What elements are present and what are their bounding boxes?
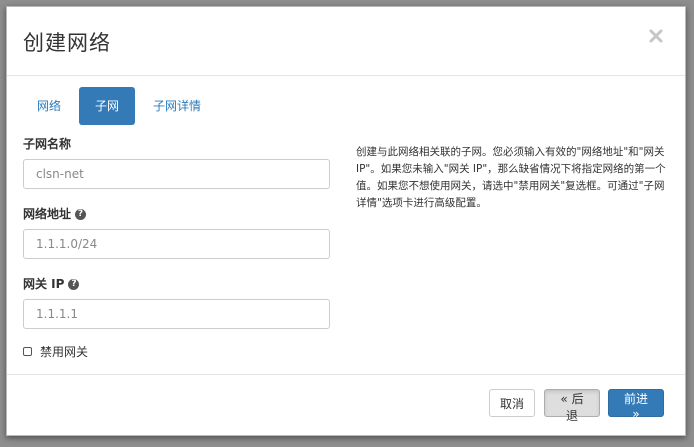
cancel-button[interactable]: 取消: [489, 389, 535, 417]
back-button[interactable]: « 后退: [544, 389, 600, 423]
dialog-title: 创建网络: [23, 31, 111, 55]
network-address-label: 网络地址 ?: [23, 205, 330, 223]
network-address-field: 网络地址 ?: [23, 205, 330, 259]
tab-subnet[interactable]: 子网: [79, 87, 136, 125]
tab-subnet-details[interactable]: 子网详情: [139, 87, 215, 125]
tab-bar: 网络 子网 子网详情: [23, 87, 215, 125]
disable-gateway-checkbox[interactable]: [23, 347, 32, 356]
gateway-ip-input[interactable]: [23, 299, 330, 329]
gateway-ip-label-text: 网关 IP: [23, 277, 65, 291]
subnet-name-field: 子网名称: [23, 135, 330, 189]
subnet-form: 子网名称 网络地址 ? 网关 IP ? 禁用网关: [23, 135, 330, 360]
tab-network[interactable]: 网络: [23, 87, 75, 125]
disable-gateway-row: 禁用网关: [23, 343, 330, 360]
close-button[interactable]: [647, 27, 665, 45]
dialog-footer: 取消 « 后退 前进 »: [7, 374, 685, 435]
question-circle-icon[interactable]: ?: [68, 278, 80, 290]
question-circle-icon[interactable]: ?: [75, 208, 87, 220]
subnet-name-input[interactable]: [23, 159, 330, 189]
close-icon: [649, 29, 663, 43]
network-address-label-text: 网络地址: [23, 207, 72, 221]
subnet-name-label: 子网名称: [23, 135, 330, 153]
next-button[interactable]: 前进 »: [608, 389, 664, 421]
dialog-header: 创建网络: [7, 7, 685, 76]
network-address-input[interactable]: [23, 229, 330, 259]
gateway-ip-label: 网关 IP ?: [23, 275, 330, 293]
disable-gateway-label: 禁用网关: [40, 345, 89, 359]
gateway-ip-field: 网关 IP ?: [23, 275, 330, 329]
subnet-name-label-text: 子网名称: [23, 137, 72, 151]
help-description: 创建与此网络相关联的子网。您必须输入有效的"网络地址"和"网关 IP"。如果您未…: [356, 146, 666, 209]
create-network-dialog: 创建网络 网络 子网 子网详情 子网名称 网络地址 ? 网关 IP: [6, 6, 686, 436]
